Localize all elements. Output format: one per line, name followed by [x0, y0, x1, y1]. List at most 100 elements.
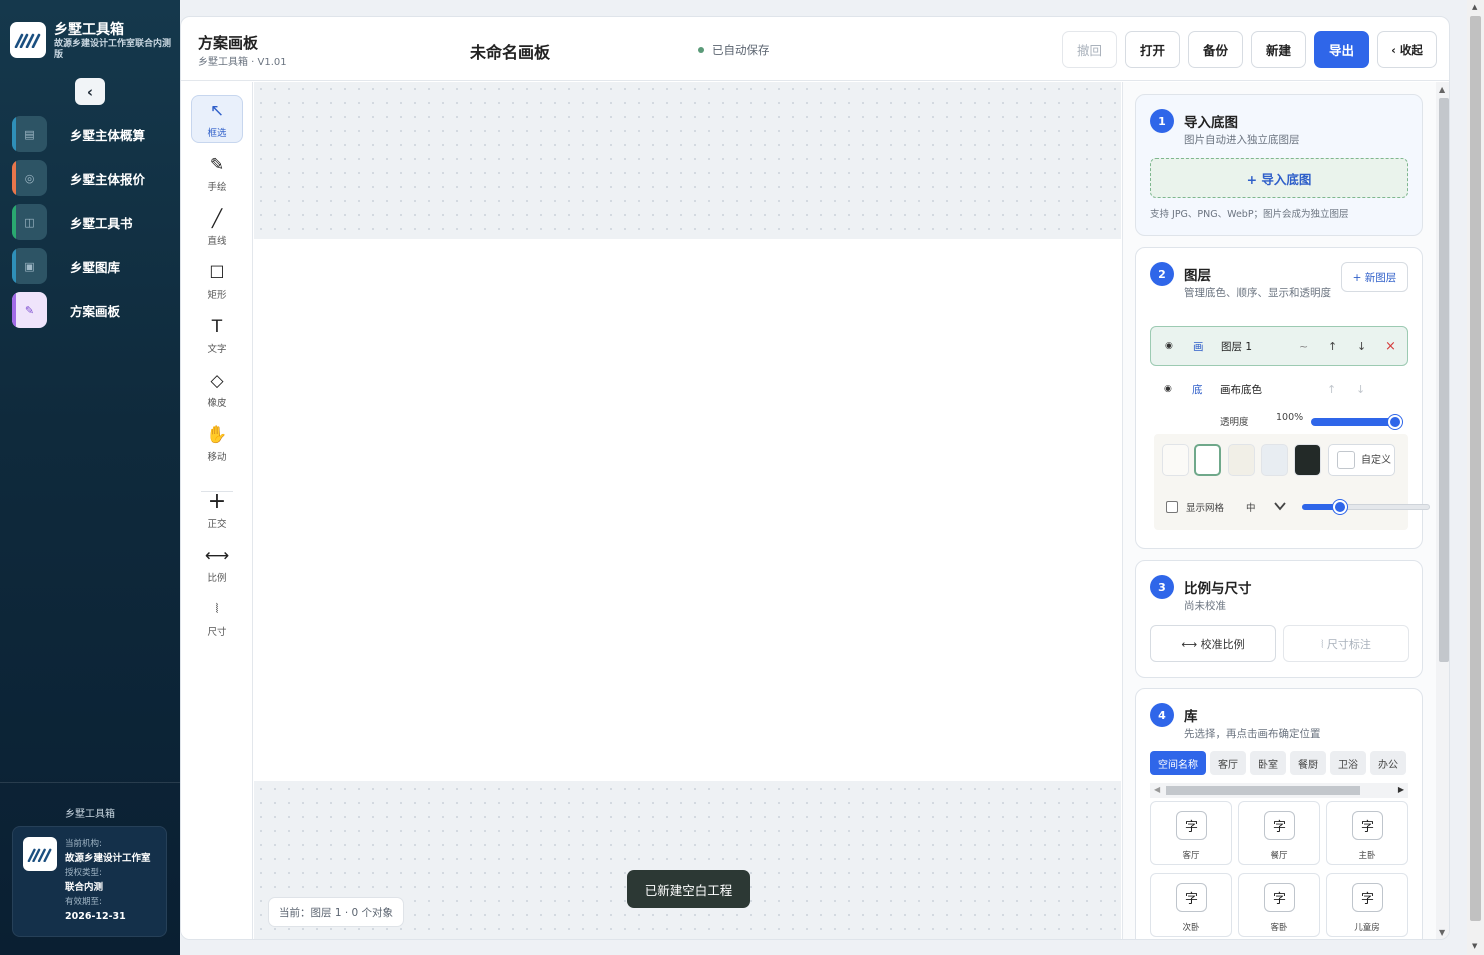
dimension-button[interactable]: ⦚ 尺寸标注 [1283, 625, 1409, 662]
tool-scale[interactable]: ⟷ 比例 [191, 540, 243, 588]
brand: 乡墅工具箱 故源乡建设计工作室联合内测版 [10, 22, 172, 61]
move-down-icon[interactable]: ↓ [1357, 340, 1366, 353]
swatch-white[interactable] [1194, 444, 1221, 476]
import-image-button[interactable]: + 导入底图 [1150, 158, 1408, 198]
grid-size-select[interactable]: 中 [1246, 500, 1256, 514]
swatch-ivory[interactable] [1162, 444, 1189, 476]
visibility-radio-icon[interactable]: ◉ [1165, 341, 1173, 351]
org-label: 当前机构: [65, 839, 102, 849]
library-item-label: 次卧 [1182, 923, 1200, 933]
tabs-scrollbar[interactable]: ◀ ▶ [1150, 783, 1408, 798]
canvas-paper[interactable] [254, 239, 1121, 781]
tool-text[interactable]: T 文字 [191, 311, 243, 359]
opacity-label: 透明度 [1220, 417, 1249, 428]
undo-button[interactable]: 撤回 [1062, 31, 1117, 68]
library-item[interactable]: 字 客卧 [1238, 873, 1320, 937]
swatch-beige[interactable] [1228, 444, 1255, 476]
main-window: 方案画板 乡墅工具箱 · V1.01 未命名画板 已自动保存 撤回 打开 备份 … [180, 16, 1450, 940]
brand-subtitle: 故源乡建设计工作室联合内测版 [54, 39, 172, 60]
canvas-status: 当前：图层 1 · 0 个对象 [268, 897, 405, 927]
library-item[interactable]: 字 餐厅 [1238, 801, 1320, 865]
library-item[interactable]: 字 次卧 [1150, 873, 1232, 937]
move-up-icon[interactable]: ↑ [1327, 383, 1336, 396]
export-button[interactable]: 导出 [1314, 31, 1369, 68]
rect-icon: ☐ [209, 262, 225, 283]
text-glyph-icon: 字 [1264, 811, 1295, 840]
step-number: 4 [1150, 703, 1174, 727]
canvas-area[interactable]: 当前：图层 1 · 0 个对象 已新建空白工程 [254, 82, 1121, 939]
delete-layer-icon[interactable]: × [1385, 339, 1396, 354]
calibrate-scale-button[interactable]: ⟷ 校准比例 [1150, 625, 1276, 662]
scale-icon: ⟷ [204, 545, 230, 566]
sidebar-item-budget[interactable]: ▤ 乡墅主体概算 [12, 116, 172, 152]
color-box-icon [1337, 451, 1355, 469]
tool-select[interactable]: ↖ 框选 [191, 95, 243, 143]
library-item[interactable]: 字 客厅 [1150, 801, 1232, 865]
tool-pen[interactable]: ✎ 手绘 [191, 149, 243, 197]
sidebar-item-label: 方案画板 [70, 303, 121, 319]
layer-row[interactable]: ◉ 底 画布底色 ↑ ↓ [1150, 369, 1408, 409]
new-layer-button[interactable]: + 新图层 [1341, 262, 1408, 292]
sidebar-collapse-button[interactable]: ‹ [75, 78, 105, 105]
collapse-panel-button[interactable]: ‹ 收起 [1377, 31, 1437, 68]
new-button[interactable]: 新建 [1251, 31, 1306, 68]
tab-living[interactable]: 客厅 [1210, 751, 1246, 775]
move-down-icon[interactable]: ↓ [1356, 383, 1365, 396]
library-item[interactable]: 字 主卧 [1326, 801, 1408, 865]
tab-kitchen[interactable]: 餐厨 [1290, 751, 1326, 775]
sidebar-item-quote[interactable]: ◎ 乡墅主体报价 [12, 160, 172, 196]
slider-handle[interactable] [1333, 500, 1348, 514]
scrollbar-thumb[interactable] [1470, 16, 1481, 921]
tool-move[interactable]: ✋ 移动 [191, 419, 243, 467]
scale-card: 3 比例与尺寸 尚未校准 ⟷ 校准比例 ⦚ 尺寸标注 [1135, 560, 1423, 678]
sidebar-item-gallery[interactable]: ▣ 乡墅图库 [12, 248, 172, 284]
tool-ortho[interactable]: + 正交 [191, 486, 243, 534]
tab-space-names[interactable]: 空间名称 [1150, 751, 1206, 775]
scroll-up-icon[interactable]: ▲ [1439, 85, 1445, 94]
logo [23, 837, 57, 871]
org-value: 故源乡建设计工作室 [65, 852, 151, 864]
pencil-icon: ✎ [12, 292, 47, 328]
panel-scrollbar[interactable]: ▲ ▼ [1436, 82, 1449, 939]
tool-label: 手绘 [207, 181, 227, 193]
grid-density-slider[interactable] [1302, 500, 1430, 514]
scroll-down-icon[interactable]: ▼ [1472, 942, 1477, 950]
grid-checkbox[interactable] [1166, 501, 1178, 513]
custom-color-button[interactable]: 自定义 [1328, 444, 1395, 476]
sidebar-item-handbook[interactable]: ◫ 乡墅工具书 [12, 204, 172, 240]
opacity-toggle-icon[interactable]: ~ [1299, 340, 1308, 353]
select-arrow-icon: ↖ [209, 100, 225, 121]
app-title: 方案画板 [198, 34, 259, 52]
slider-handle[interactable] [1388, 415, 1402, 429]
page-scrollbar[interactable]: ▲ ▼ [1467, 0, 1484, 955]
move-up-icon[interactable]: ↑ [1328, 340, 1337, 353]
sidebar: 乡墅工具箱 故源乡建设计工作室联合内测版 ‹ ▤ 乡墅主体概算 ◎ 乡墅主体报价… [0, 0, 180, 955]
chevron-down-icon[interactable] [1274, 502, 1286, 511]
document-name[interactable]: 未命名画板 [470, 39, 550, 63]
tool-line[interactable]: ╱ 直线 [191, 203, 243, 251]
tool-rect[interactable]: ☐ 矩形 [191, 257, 243, 305]
custom-color-label: 自定义 [1361, 454, 1391, 466]
card-title: 库 [1184, 709, 1198, 725]
tool-eraser[interactable]: ◇ 橡皮 [191, 365, 243, 413]
tab-bathroom[interactable]: 卫浴 [1330, 751, 1366, 775]
scroll-up-icon[interactable]: ▲ [1472, 3, 1477, 11]
sidebar-item-sketchboard[interactable]: ✎ 方案画板 [12, 292, 172, 328]
scrollbar-thumb[interactable] [1439, 98, 1449, 662]
library-item[interactable]: 字 儿童房 [1326, 873, 1408, 937]
scroll-down-icon[interactable]: ▼ [1439, 928, 1445, 937]
opacity-slider[interactable] [1311, 415, 1402, 429]
layer-type: 底 [1192, 383, 1203, 396]
scroll-left-icon[interactable]: ◀ [1154, 785, 1160, 794]
open-button[interactable]: 打开 [1125, 31, 1180, 68]
backup-button[interactable]: 备份 [1188, 31, 1243, 68]
tab-office[interactable]: 办公 [1370, 751, 1406, 775]
tab-bedroom[interactable]: 卧室 [1250, 751, 1286, 775]
swatch-dark[interactable] [1294, 444, 1321, 476]
scroll-right-icon[interactable]: ▶ [1398, 785, 1404, 794]
scrollbar-thumb[interactable] [1166, 786, 1360, 795]
tool-dimension[interactable]: ⦚ 尺寸 [191, 594, 243, 642]
swatch-light-blue[interactable] [1261, 444, 1288, 476]
visibility-radio-icon[interactable]: ◉ [1164, 384, 1172, 394]
layer-row[interactable]: ◉ 画 图层 1 ~ ↑ ↓ × [1150, 326, 1408, 366]
